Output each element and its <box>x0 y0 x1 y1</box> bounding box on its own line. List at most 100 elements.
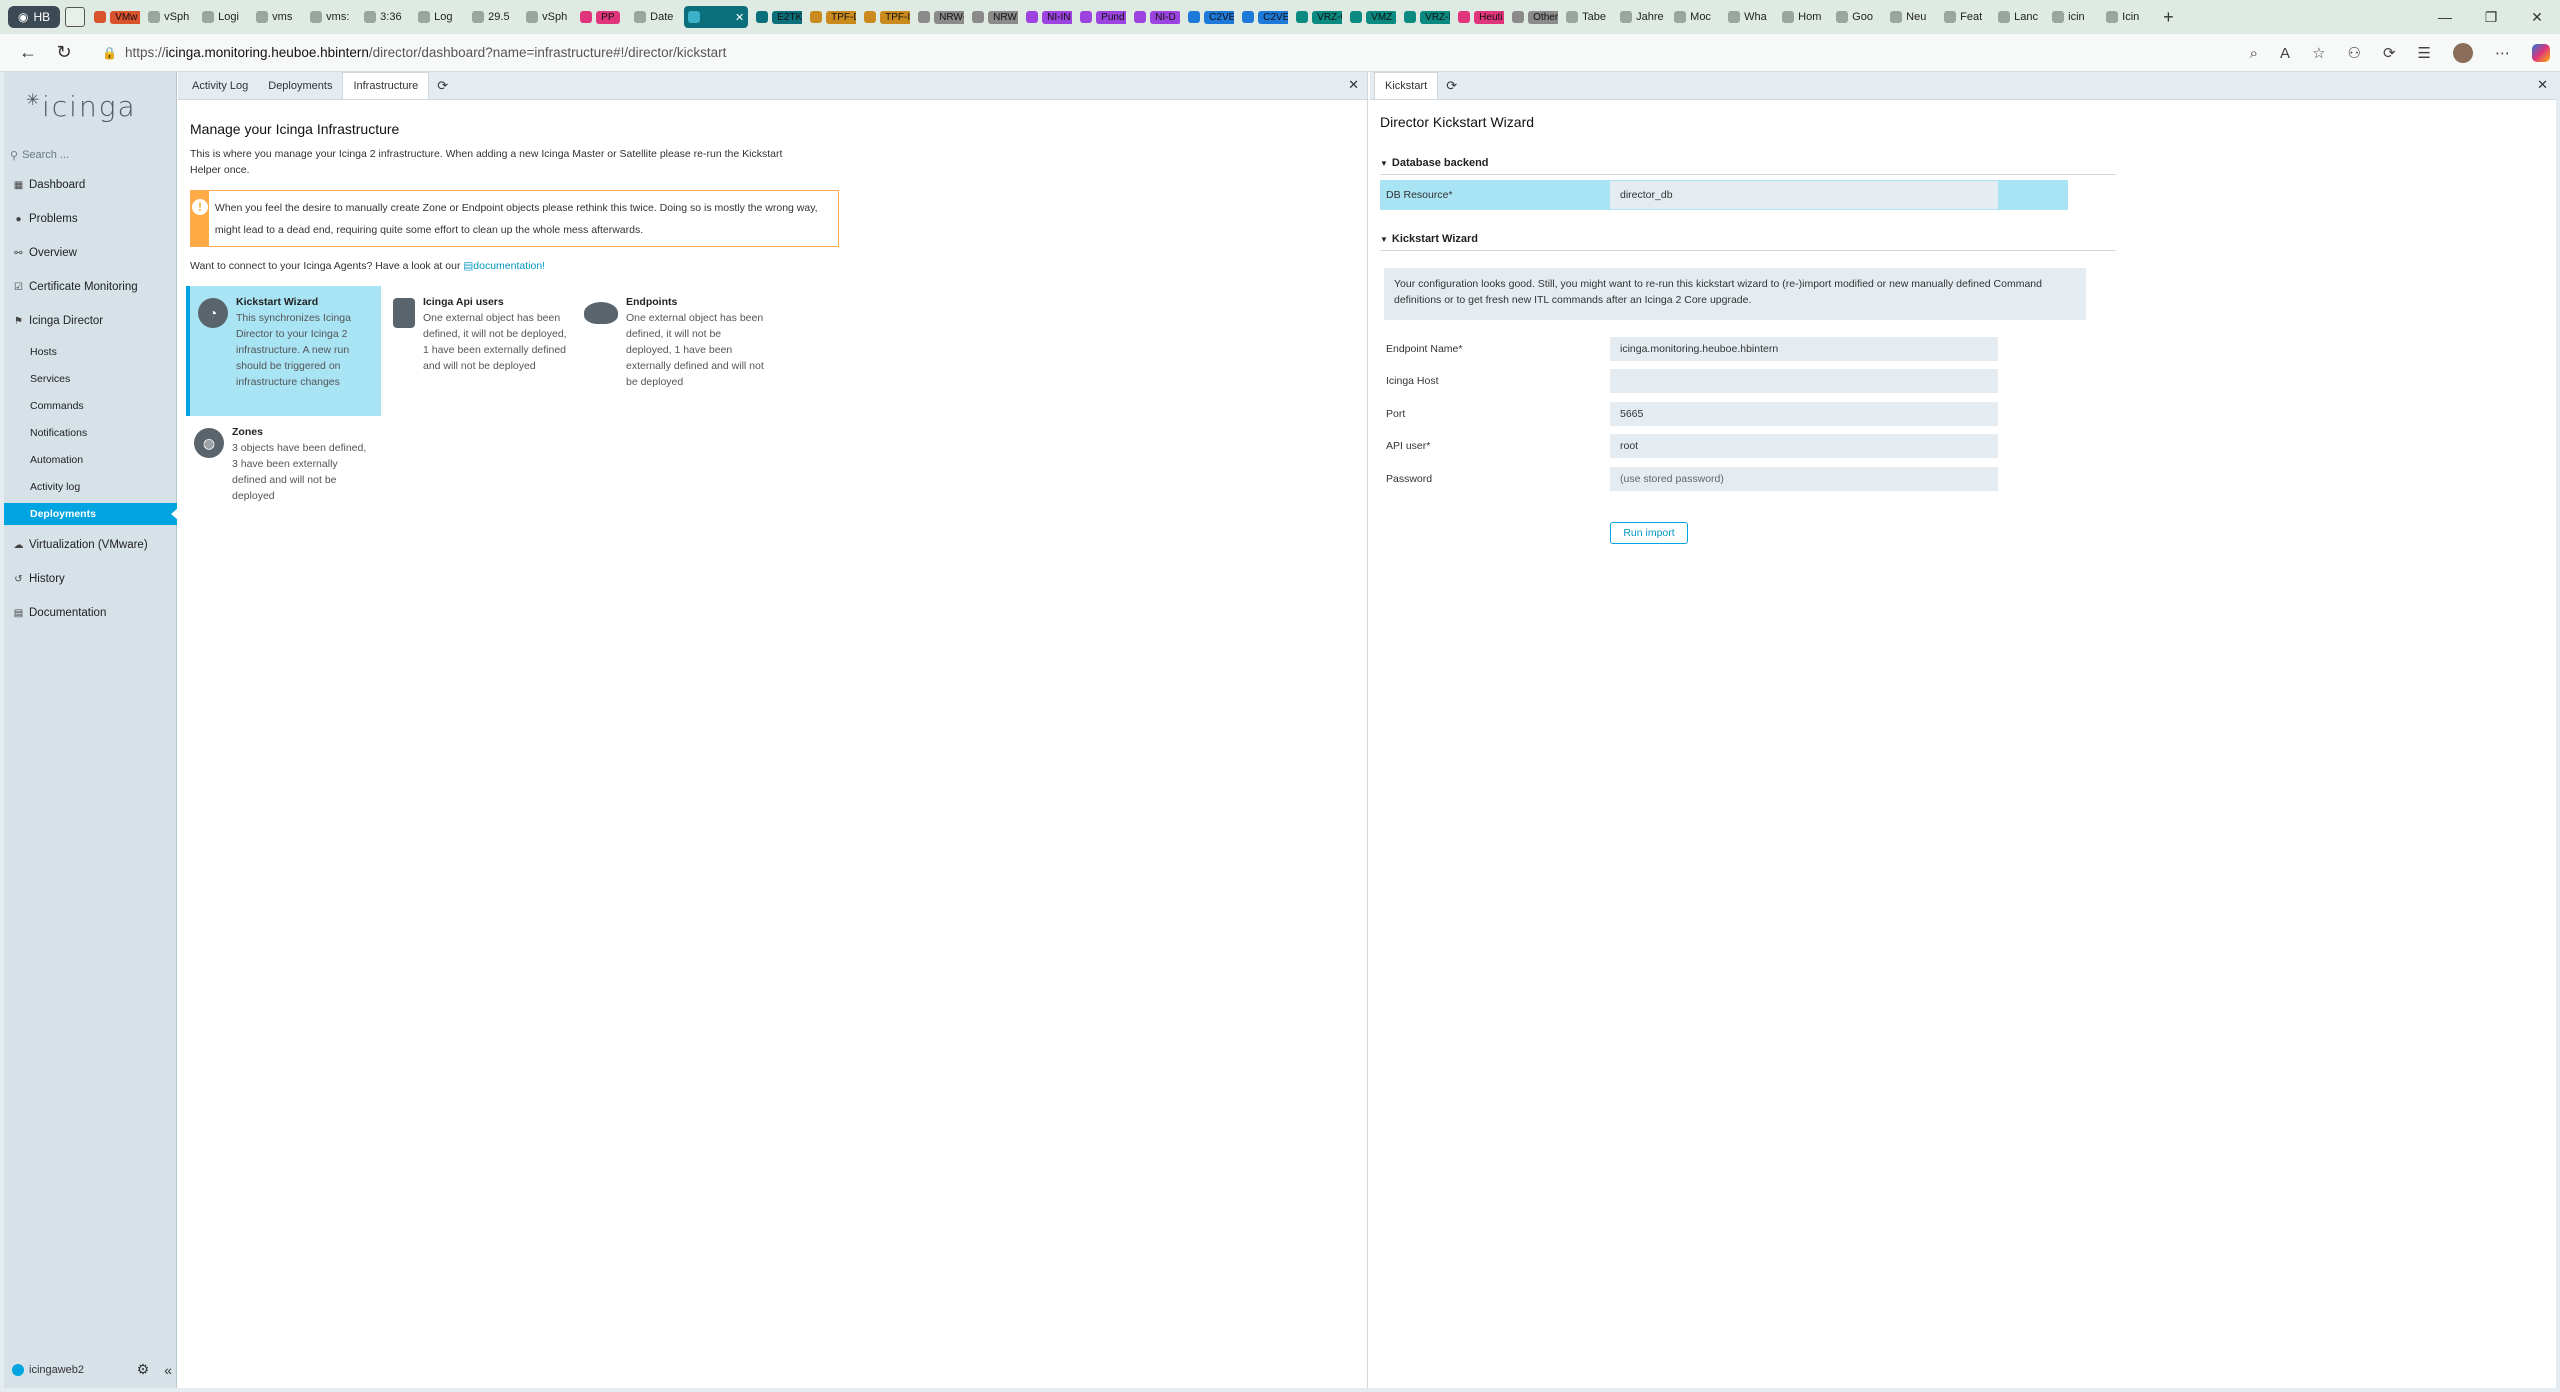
browser-tab[interactable]: Hom <box>1778 6 1828 28</box>
endpoint-name-input[interactable] <box>1610 337 1998 361</box>
browser-tab[interactable]: Jahre <box>1616 6 1666 28</box>
sidebar-item-documentation[interactable]: ▤ Documentation <box>4 600 177 626</box>
gear-icon[interactable]: ⚙ <box>137 1361 150 1378</box>
refresh-icon[interactable]: ⟳ <box>1438 73 1465 99</box>
browser-tab[interactable]: Neu <box>1886 6 1936 28</box>
browser-tab[interactable]: icin <box>2048 6 2098 28</box>
icinga-logo[interactable]: ✳ icinga <box>26 90 137 123</box>
url-field[interactable]: 🔒 https://icinga.monitoring.heuboe.hbint… <box>102 45 726 60</box>
tile-icinga-api-users[interactable]: Icinga Api users One external object has… <box>381 286 576 416</box>
tile-kickstart-wizard[interactable]: ◔ Kickstart Wizard This synchronizes Ici… <box>186 286 381 416</box>
tile-zones[interactable]: ◍ Zones 3 objects have been defined, 3 h… <box>186 416 381 546</box>
browser-tab[interactable]: 29.5 <box>468 6 518 28</box>
sidebar-sub-notifications[interactable]: Notifications <box>4 422 177 444</box>
minimize-icon[interactable]: — <box>2422 0 2468 34</box>
copilot-icon[interactable] <box>2532 44 2550 62</box>
sidebar-sub-deployments[interactable]: Deployments <box>4 503 178 525</box>
browser-tab[interactable]: NRW <box>968 6 1019 28</box>
browser-tab[interactable]: VRZ-C <box>1292 6 1343 28</box>
favorites-icon[interactable]: ☰ <box>2418 44 2431 62</box>
browser-tab[interactable]: NRW- <box>914 6 965 28</box>
extension-icon[interactable]: ⚇ <box>2348 44 2361 62</box>
section-kickstart-wizard[interactable]: ▼ Kickstart Wizard <box>1380 233 2116 251</box>
icinga-host-input[interactable] <box>1610 369 1998 393</box>
browser-tab[interactable]: Lanc <box>1994 6 2044 28</box>
close-tab-icon[interactable]: ✕ <box>735 11 744 24</box>
active-browser-tab[interactable]: ✕ <box>684 6 749 28</box>
sidebar-item-overview[interactable]: ⚯ Overview <box>4 240 177 266</box>
browser-tab[interactable]: Wha <box>1724 6 1774 28</box>
tab-kickstart[interactable]: Kickstart <box>1374 72 1439 99</box>
browser-tab[interactable]: vms: <box>306 6 356 28</box>
sidebar-item-certificate-monitoring[interactable]: ☑ Certificate Monitoring <box>4 274 177 300</box>
sidebar-item-dashboard[interactable]: ▦ Dashboard <box>4 172 177 198</box>
section-database-backend[interactable]: ▼ Database backend <box>1380 157 2116 175</box>
close-window-icon[interactable]: ✕ <box>2514 0 2560 34</box>
refresh-icon[interactable]: ⟳ <box>429 73 456 99</box>
browser-tab[interactable]: C2VE <box>1184 6 1235 28</box>
close-pane-icon[interactable]: ✕ <box>2537 77 2548 93</box>
tile-endpoints[interactable]: Endpoints One external object has been d… <box>576 286 771 416</box>
close-pane-icon[interactable]: ✕ <box>1348 77 1359 93</box>
sidebar-sub-services[interactable]: Services <box>4 368 177 390</box>
tab-deployments[interactable]: Deployments <box>258 73 342 99</box>
browser-tab[interactable]: E2TK <box>752 6 803 28</box>
profile-button[interactable]: ◉ HB <box>8 6 61 28</box>
password-field[interactable] <box>1610 467 1998 491</box>
favorite-star-icon[interactable]: ☆ <box>2312 44 2325 62</box>
browser-tab[interactable]: Log <box>414 6 464 28</box>
browser-tab[interactable]: Date <box>630 6 680 28</box>
sidebar-sub-commands[interactable]: Commands <box>4 395 177 417</box>
browser-tab[interactable]: Other <box>1508 6 1559 28</box>
reload-icon[interactable]: ↻ <box>46 38 82 68</box>
browser-tab[interactable]: VMw <box>90 6 141 28</box>
sidebar-item-icinga-director[interactable]: ⚑ Icinga Director <box>4 308 177 334</box>
browser-tab[interactable]: PP <box>576 6 626 28</box>
browser-tab[interactable]: TPF-I <box>860 6 911 28</box>
browser-tab[interactable]: NI-D <box>1130 6 1181 28</box>
sidebar-sub-hosts[interactable]: Hosts <box>4 341 177 363</box>
new-tab-button[interactable]: + <box>2163 7 2174 28</box>
port-input[interactable] <box>1610 402 1998 426</box>
vertical-tabs-icon[interactable] <box>65 7 86 27</box>
browser-tab[interactable]: Logi <box>198 6 248 28</box>
tab-infrastructure[interactable]: Infrastructure <box>342 72 430 99</box>
documentation-link[interactable]: documentation <box>473 260 542 272</box>
sidebar-sub-activity-log[interactable]: Activity log <box>4 476 177 498</box>
browser-tab[interactable]: Goo <box>1832 6 1882 28</box>
tab-activity-log[interactable]: Activity Log <box>182 73 258 99</box>
browser-tab[interactable]: 3:36 <box>360 6 410 28</box>
collapse-sidebar-icon[interactable]: « <box>164 1362 172 1378</box>
api-user-input[interactable] <box>1610 434 1998 458</box>
browser-tab[interactable]: NI-IN <box>1022 6 1073 28</box>
search-field[interactable]: ⚲ Search ... <box>10 144 171 166</box>
browser-tab[interactable]: Pund <box>1076 6 1127 28</box>
avatar[interactable] <box>2453 43 2473 63</box>
browser-tab[interactable]: Heuti <box>1454 6 1505 28</box>
browser-tab[interactable]: VRZ-I <box>1400 6 1451 28</box>
username[interactable]: icingaweb2 <box>29 1364 84 1376</box>
sidebar-item-problems[interactable]: ● Problems <box>4 206 177 232</box>
browser-tab[interactable]: Feat <box>1940 6 1990 28</box>
browser-tab[interactable]: vSph <box>522 6 572 28</box>
maximize-icon[interactable]: ❐ <box>2468 0 2514 34</box>
more-icon[interactable]: ⋯ <box>2495 44 2510 62</box>
browser-tab[interactable]: TPF-D <box>806 6 857 28</box>
browser-tab[interactable]: vSph <box>144 6 194 28</box>
db-resource-select[interactable]: director_db <box>1606 181 1998 209</box>
sidebar-sub-automation[interactable]: Automation <box>4 449 177 471</box>
browser-tab[interactable]: Icin <box>2102 6 2152 28</box>
browser-tab[interactable]: Moc <box>1670 6 1720 28</box>
zoom-icon[interactable]: ⌕ <box>2250 45 2258 62</box>
read-aloud-icon[interactable]: A <box>2280 45 2290 62</box>
browser-tab[interactable]: VMZ <box>1346 6 1397 28</box>
sync-icon[interactable]: ⟳ <box>2383 44 2396 62</box>
sidebar-item-history[interactable]: ↺ History <box>4 566 177 592</box>
sidebar-item-virtualization[interactable]: ☁ Virtualization (VMware) <box>4 532 177 558</box>
run-import-button[interactable]: Run import <box>1610 522 1688 544</box>
search-input[interactable]: Search ... <box>22 149 69 161</box>
browser-tab[interactable]: vms <box>252 6 302 28</box>
browser-tab[interactable]: Tabe <box>1562 6 1612 28</box>
browser-tab[interactable]: C2VE <box>1238 6 1289 28</box>
back-icon[interactable]: ← <box>10 38 46 68</box>
